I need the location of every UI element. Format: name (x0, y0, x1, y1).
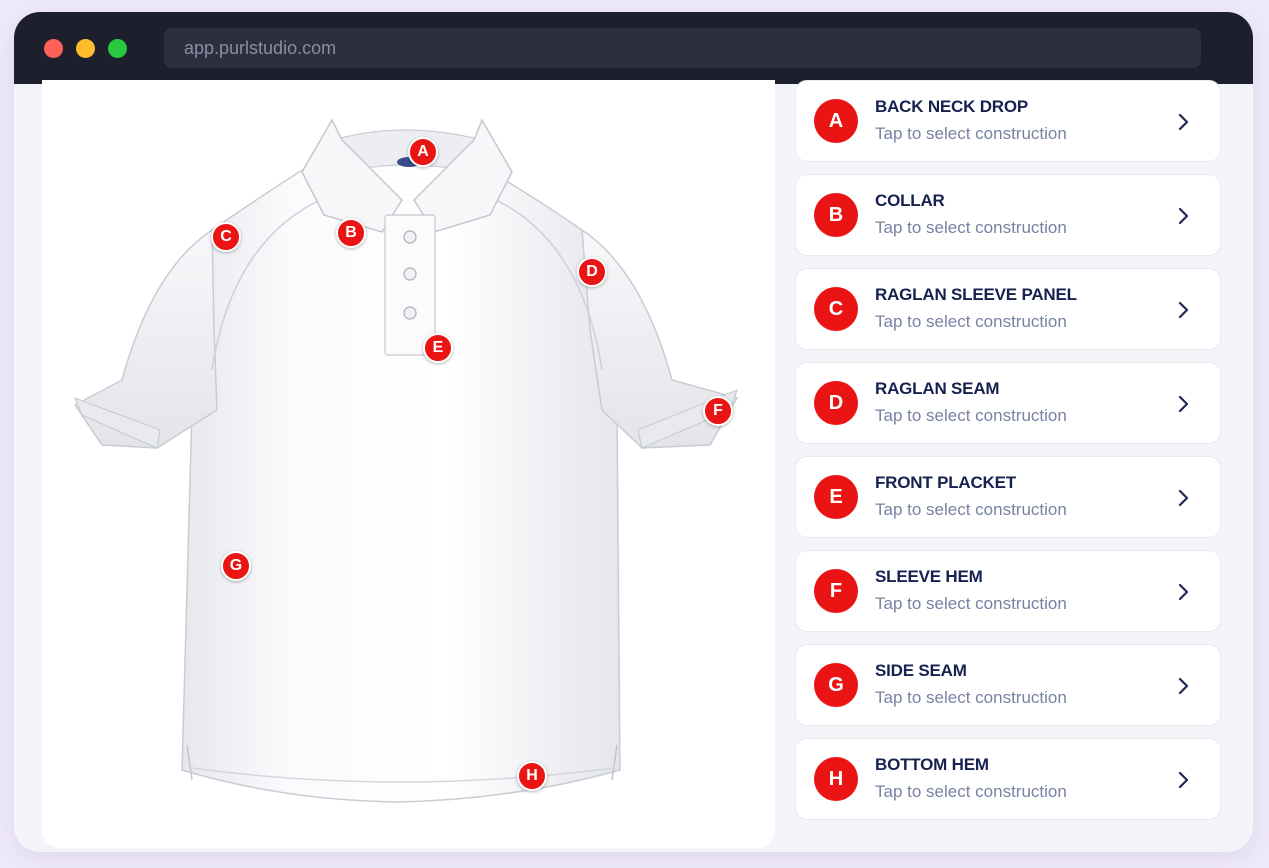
zone-card-sleeve-hem[interactable]: F SLEEVE HEM Tap to select construction (795, 550, 1221, 632)
zone-badge: H (814, 757, 858, 801)
chevron-right-icon (1178, 583, 1189, 601)
zone-subtitle: Tap to select construction (875, 124, 1067, 143)
zone-badge: E (814, 475, 858, 519)
zone-badge: D (814, 381, 858, 425)
zone-title: FRONT PLACKET (875, 473, 1016, 492)
zone-subtitle: Tap to select construction (875, 406, 1067, 425)
minimize-window-button[interactable] (76, 39, 95, 58)
hotspot-a[interactable]: A (408, 137, 438, 167)
zone-badge: C (814, 287, 858, 331)
zone-card-collar[interactable]: B COLLAR Tap to select construction (795, 174, 1221, 256)
zone-card-raglan-sleeve-panel[interactable]: C RAGLAN SLEEVE PANEL Tap to select cons… (795, 268, 1221, 350)
app-window: app.purlstudio.com A B C D E F G H A BAC… (14, 12, 1253, 852)
zone-title: SLEEVE HEM (875, 567, 983, 586)
polo-shirt-illustration (73, 118, 739, 803)
zone-subtitle: Tap to select construction (875, 782, 1067, 801)
zone-title: BOTTOM HEM (875, 755, 989, 774)
zone-title: COLLAR (875, 191, 945, 210)
hotspot-e[interactable]: E (423, 333, 453, 363)
chevron-right-icon (1178, 489, 1189, 507)
zone-card-bottom-hem[interactable]: H BOTTOM HEM Tap to select construction (795, 738, 1221, 820)
zone-subtitle: Tap to select construction (875, 312, 1067, 331)
zone-title: BACK NECK DROP (875, 97, 1029, 116)
zone-card-raglan-seam[interactable]: D RAGLAN SEAM Tap to select construction (795, 362, 1221, 444)
hotspot-b[interactable]: B (336, 218, 366, 248)
zone-subtitle: Tap to select construction (875, 688, 1067, 707)
zone-subtitle: Tap to select construction (875, 500, 1067, 519)
zone-badge: B (814, 193, 858, 237)
main-content: A B C D E F G H A BACK NECK DROP Tap to … (14, 80, 1253, 852)
zone-title: RAGLAN SEAM (875, 379, 1000, 398)
zone-badge: F (814, 569, 858, 613)
hotspot-h[interactable]: H (517, 761, 547, 791)
hotspot-c[interactable]: C (211, 222, 241, 252)
zone-title: SIDE SEAM (875, 661, 967, 680)
zone-subtitle: Tap to select construction (875, 594, 1067, 613)
hotspot-g[interactable]: G (221, 551, 251, 581)
hotspot-f[interactable]: F (703, 396, 733, 426)
hotspot-d[interactable]: D (577, 257, 607, 287)
chevron-right-icon (1178, 677, 1189, 695)
zone-subtitle: Tap to select construction (875, 218, 1067, 237)
zone-badge: A (814, 99, 858, 143)
chevron-right-icon (1178, 301, 1189, 319)
maximize-window-button[interactable] (108, 39, 127, 58)
garment-viewer: A B C D E F G H (42, 80, 775, 848)
zone-badge: G (814, 663, 858, 707)
zone-card-side-seam[interactable]: G SIDE SEAM Tap to select construction (795, 644, 1221, 726)
construction-zone-list: A BACK NECK DROP Tap to select construct… (795, 80, 1221, 852)
chevron-right-icon (1178, 771, 1189, 789)
chevron-right-icon (1178, 395, 1189, 413)
chevron-right-icon (1178, 207, 1189, 225)
close-window-button[interactable] (44, 39, 63, 58)
zone-card-back-neck-drop[interactable]: A BACK NECK DROP Tap to select construct… (795, 80, 1221, 162)
browser-titlebar: app.purlstudio.com (14, 12, 1253, 84)
zone-card-front-placket[interactable]: E FRONT PLACKET Tap to select constructi… (795, 456, 1221, 538)
chevron-right-icon (1178, 113, 1189, 131)
front-placket (384, 214, 436, 356)
address-bar[interactable]: app.purlstudio.com (164, 28, 1201, 68)
zone-title: RAGLAN SLEEVE PANEL (875, 285, 1077, 304)
